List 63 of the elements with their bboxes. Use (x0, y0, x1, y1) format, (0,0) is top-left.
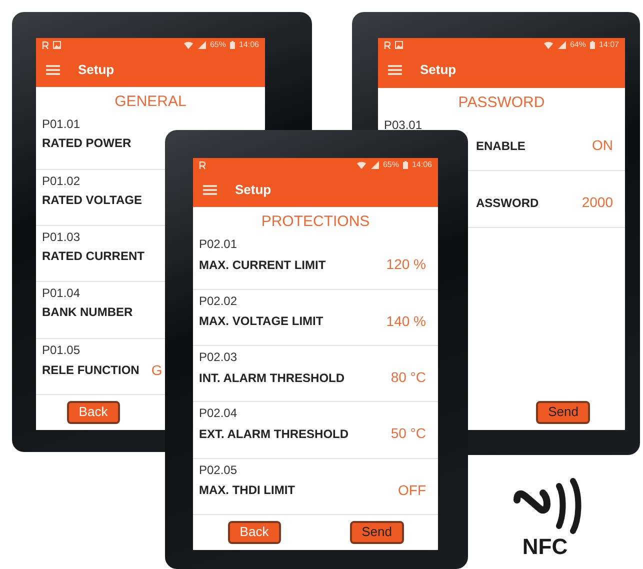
parameter-code: P02.04 (199, 406, 238, 420)
send-button[interactable]: Send (536, 401, 590, 424)
battery-icon (230, 40, 235, 49)
parameter-code: P03.01 (384, 118, 422, 132)
parameter-label: BANK NUMBER (42, 304, 133, 322)
parameter-label: RATED VOLTAGE (42, 192, 142, 209)
section-title: PROTECTIONS (260, 212, 371, 232)
menu-icon[interactable] (46, 64, 60, 75)
parameter-label: ASSWORD (476, 194, 539, 212)
nfc-label: NFC (522, 536, 568, 558)
parameter-value[interactable]: 80 °C (390, 367, 426, 388)
parameter-code: P01.03 (42, 230, 80, 244)
app-title: Setup (235, 180, 272, 199)
parameter-code: P01.05 (42, 342, 80, 357)
status-time: 14:06 (412, 158, 432, 171)
section-title: PASSWORD (457, 93, 546, 113)
parameter-value[interactable]: 120 % (386, 254, 426, 276)
battery-percent: 65% (210, 38, 226, 51)
parameter-code: P02.02 (199, 294, 238, 308)
parameter-label: EXT. ALARM THRESHOLD (199, 426, 349, 443)
parameter-code: P01.02 (42, 174, 80, 188)
signal-icon (370, 160, 379, 169)
app-title: Setup (78, 60, 114, 79)
parameter-code: P01.01 (42, 117, 80, 132)
wifi-icon (544, 41, 553, 49)
back-button[interactable]: Back (228, 521, 281, 544)
notification-icon (199, 160, 206, 169)
battery-icon (590, 41, 595, 49)
back-button[interactable]: Back (66, 401, 120, 424)
parameter-value[interactable]: OFF (398, 480, 426, 501)
app-title: Setup (420, 61, 456, 80)
parameter-label: RATED CURRENT (42, 248, 144, 266)
notification-icon (384, 41, 391, 49)
parameter-label: RATED POWER (42, 135, 132, 152)
parameter-value[interactable]: G (151, 360, 162, 381)
parameter-label: ENABLE (476, 138, 526, 154)
send-button[interactable]: Send (350, 521, 404, 544)
parameter-label: MAX. CURRENT LIMIT (199, 256, 326, 274)
wifi-icon (356, 160, 366, 169)
signal-icon (196, 40, 206, 49)
menu-icon[interactable] (203, 184, 217, 195)
parameter-value[interactable]: 2000 (582, 192, 613, 213)
menu-icon[interactable] (388, 65, 402, 75)
parameter-label: RELE FUNCTION (42, 362, 140, 380)
parameter-value[interactable]: 140 % (386, 310, 426, 332)
notification-icon (42, 40, 49, 49)
battery-percent: 64% (570, 39, 586, 51)
section-title: GENERAL (114, 92, 188, 112)
parameter-code: P02.05 (199, 462, 238, 477)
battery-percent: 65% (382, 158, 399, 171)
wifi-icon (184, 40, 193, 49)
parameter-code: P02.01 (199, 237, 238, 252)
parameter-code: P01.04 (42, 286, 80, 300)
parameter-label: MAX. VOLTAGE LIMIT (199, 313, 324, 330)
parameter-label: MAX. THDI LIMIT (199, 482, 295, 500)
battery-icon (402, 160, 408, 169)
status-time: 14:07 (598, 39, 619, 51)
parameter-label: INT. ALARM THRESHOLD (199, 370, 345, 387)
parameter-value[interactable]: ON (592, 135, 613, 156)
status-time: 14:06 (238, 38, 259, 51)
parameter-code: P02.03 (199, 350, 238, 364)
signal-icon (556, 41, 566, 49)
parameter-value[interactable]: 50 °C (390, 423, 426, 444)
